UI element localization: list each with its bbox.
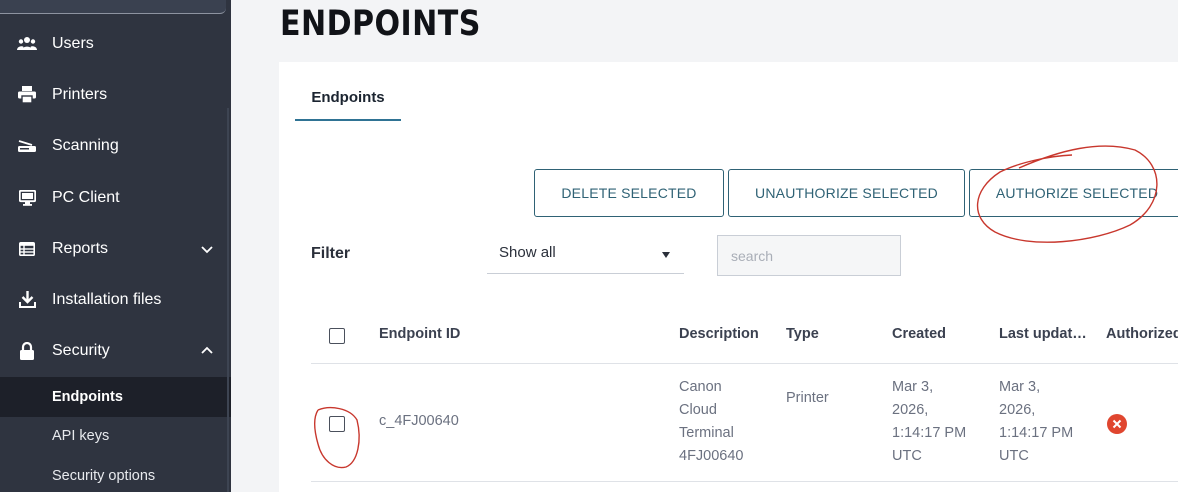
unauthorized-x-icon (1107, 414, 1127, 434)
sidebar-item-security[interactable]: Security (0, 325, 231, 376)
column-header-type[interactable]: Type (786, 326, 819, 342)
sidebar-header (0, 0, 226, 14)
sidebar-subitem-endpoints[interactable]: Endpoints (0, 377, 231, 417)
sidebar-item-label: Reports (52, 239, 109, 257)
sidebar-item-label: Users (52, 34, 94, 52)
column-header-description[interactable]: Description (679, 326, 759, 342)
unauthorize-selected-button[interactable]: UNAUTHORIZE SELECTED (728, 169, 965, 217)
column-header-authorized[interactable]: Authorized (1106, 326, 1178, 342)
printer-icon (17, 85, 37, 105)
tab-endpoints[interactable]: Endpoints (295, 80, 401, 121)
header-divider (311, 363, 1178, 364)
users-icon (17, 34, 37, 54)
page-title: ENDPOINTS (280, 4, 481, 44)
cell-created: Mar 3, 2026, 1:14:17 PM UTC (892, 379, 967, 464)
sidebar-item-printers[interactable]: Printers (0, 69, 231, 120)
sidebar-item-reports[interactable]: Reports (0, 223, 231, 274)
sidebar-item-label: PC Client (52, 188, 120, 206)
select-all-checkbox[interactable] (329, 328, 345, 344)
row-divider (311, 481, 1178, 482)
sidebar-subitem-label: Security options (52, 468, 156, 484)
download-icon (17, 290, 37, 310)
caret-down-icon (662, 252, 670, 258)
sidebar-item-pc-client[interactable]: PC Client (0, 172, 231, 223)
sidebar-scrollbar[interactable] (227, 108, 229, 492)
cell-description: Canon Cloud Terminal 4FJ00640 (679, 379, 744, 464)
sidebar-item-users[interactable]: Users (0, 18, 231, 69)
sidebar-subitem-label: API keys (52, 428, 110, 444)
row-checkbox[interactable] (329, 416, 345, 432)
sidebar-subitem-label: Endpoints (52, 389, 123, 405)
sidebar-item-label: Security (52, 341, 110, 359)
authorize-selected-button[interactable]: AUTHORIZE SELECTED (969, 169, 1178, 217)
filter-select[interactable]: Show all (487, 234, 684, 274)
filter-label: Filter (311, 245, 351, 262)
tab-label: Endpoints (311, 89, 385, 106)
sidebar-item-label: Scanning (52, 136, 119, 154)
lock-icon (17, 341, 37, 361)
monitor-icon (17, 188, 37, 208)
table-icon (17, 239, 37, 259)
chevron-up-icon[interactable] (199, 343, 215, 359)
sidebar-item-scanning[interactable]: Scanning (0, 120, 231, 171)
sidebar-item-label: Installation files (52, 290, 162, 308)
cell-type: Printer (786, 390, 829, 406)
scanner-icon (17, 136, 37, 156)
cell-last-updated: Mar 3, 2026, 1:14:17 PM UTC (999, 379, 1074, 464)
tab-active-indicator (295, 119, 401, 121)
content-card: Endpoints DELETE SELECTED UNAUTHORIZE SE… (279, 62, 1178, 492)
sidebar-item-label: Printers (52, 85, 108, 103)
column-header-endpoint-id[interactable]: Endpoint ID (379, 326, 460, 342)
sidebar-item-installation-files[interactable]: Installation files (0, 274, 231, 325)
delete-selected-button[interactable]: DELETE SELECTED (534, 169, 724, 217)
sidebar-subitem-security-options[interactable]: Security options (0, 456, 231, 492)
filter-select-value: Show all (499, 244, 556, 261)
chevron-down-icon[interactable] (199, 241, 215, 257)
sidebar: Users Printers Scanning PC Client Report… (0, 0, 231, 492)
search-input[interactable] (717, 235, 901, 276)
sidebar-subitem-api-keys[interactable]: API keys (0, 416, 231, 456)
column-header-created[interactable]: Created (892, 326, 946, 342)
cell-endpoint-id: c_4FJ00640 (379, 413, 459, 429)
column-header-last-updated[interactable]: Last updat… (999, 326, 1087, 342)
